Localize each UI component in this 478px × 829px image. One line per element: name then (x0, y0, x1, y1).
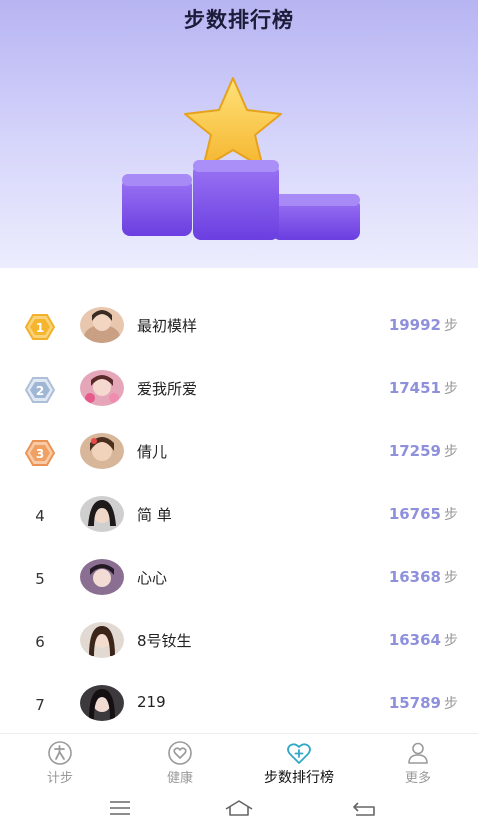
gold-medal-icon: 1 (25, 314, 55, 340)
step-count: 17451 步 (389, 378, 458, 398)
tab-label: 更多 (404, 771, 431, 786)
avatar (80, 622, 124, 658)
walking-icon (48, 741, 72, 765)
avatar-icon (80, 496, 124, 532)
step-unit: 步 (444, 570, 458, 586)
heart-plus-icon (287, 743, 311, 764)
user-icon (408, 742, 428, 764)
rank-number: 7 (35, 696, 45, 714)
avatar (80, 370, 124, 406)
list-item[interactable]: 2 爱我所爱 17451 步 (0, 358, 478, 421)
silver-medal-icon: 2 (25, 377, 55, 403)
list-item[interactable]: 7 219 15789 步 (0, 673, 478, 736)
list-item[interactable]: 6 8号钕生 16364 步 (0, 610, 478, 673)
tab-label: 步数排行榜 (264, 770, 334, 786)
step-value: 15789 (388, 694, 441, 712)
rank-number: 6 (35, 633, 45, 651)
rank-badge-bronze: 3 (24, 439, 56, 467)
tab-step-ranking[interactable]: 步数排行榜 (239, 740, 359, 787)
bronze-medal-icon: 3 (25, 440, 55, 466)
step-count: 16364 步 (389, 630, 458, 650)
avatar-icon (80, 433, 124, 469)
step-count: 17259 步 (389, 441, 458, 461)
step-value: 17451 (388, 379, 441, 397)
list-item[interactable]: 4 简 单 16765 步 (0, 484, 478, 547)
list-item[interactable]: 5 心心 16368 步 (0, 547, 478, 610)
avatar (80, 433, 124, 469)
rank-number: 5 (35, 570, 45, 588)
user-name: 最初模样 (137, 317, 198, 335)
rank-badge-gold: 1 (24, 313, 56, 341)
step-count: 15789 步 (389, 693, 458, 713)
tab-steps[interactable]: 计步 (0, 740, 120, 786)
avatar (80, 685, 124, 721)
step-count: 19992 步 (389, 315, 458, 335)
list-item[interactable]: 1 最初模样 19992 步 (0, 295, 478, 358)
avatar-icon (80, 622, 124, 658)
bottom-tab-bar: 计步 健康 步数排行榜 更多 (0, 733, 478, 789)
step-unit: 步 (444, 444, 458, 460)
step-unit: 步 (444, 507, 458, 523)
system-navigation-bar (0, 789, 478, 829)
trophy-podium-icon (122, 77, 360, 240)
step-unit: 步 (444, 318, 458, 334)
step-value: 16368 (388, 568, 441, 586)
step-count: 16765 步 (389, 504, 458, 524)
step-value: 17259 (388, 442, 441, 460)
svg-text:2: 2 (36, 384, 44, 398)
step-value: 16765 (388, 505, 441, 523)
tab-more[interactable]: 更多 (358, 740, 478, 786)
user-name: 爱我所爱 (137, 380, 198, 398)
list-item[interactable]: 3 倩儿 17259 步 (0, 421, 478, 484)
avatar-icon (80, 370, 124, 406)
avatar-icon (80, 307, 124, 343)
tab-label: 健康 (166, 771, 193, 786)
rank-number: 4 (35, 507, 45, 525)
tab-health[interactable]: 健康 (120, 740, 240, 786)
page-title: 步数排行榜 (184, 8, 294, 32)
hero-banner: 步数排行榜 (0, 0, 478, 268)
home-icon[interactable] (224, 797, 254, 819)
back-icon[interactable] (350, 797, 380, 819)
step-value: 19992 (388, 316, 441, 334)
menu-icon[interactable] (105, 797, 135, 819)
heart-icon (168, 741, 192, 765)
podium-illustration (115, 70, 365, 250)
avatar (80, 496, 124, 532)
rank-badge-silver: 2 (24, 376, 56, 404)
avatar (80, 559, 124, 595)
tab-label: 计步 (46, 771, 73, 786)
avatar-icon (80, 559, 124, 595)
user-name: 8号钕生 (137, 632, 192, 650)
svg-text:1: 1 (36, 321, 44, 335)
user-name: 心心 (137, 569, 168, 587)
step-count: 16368 步 (389, 567, 458, 587)
user-name: 简 单 (137, 506, 172, 524)
step-unit: 步 (444, 381, 458, 397)
step-unit: 步 (444, 696, 458, 712)
user-name: 219 (137, 693, 166, 711)
avatar-icon (80, 685, 124, 721)
step-unit: 步 (444, 633, 458, 649)
avatar (80, 307, 124, 343)
user-name: 倩儿 (137, 443, 168, 461)
svg-text:3: 3 (36, 447, 44, 461)
step-value: 16364 (388, 631, 441, 649)
